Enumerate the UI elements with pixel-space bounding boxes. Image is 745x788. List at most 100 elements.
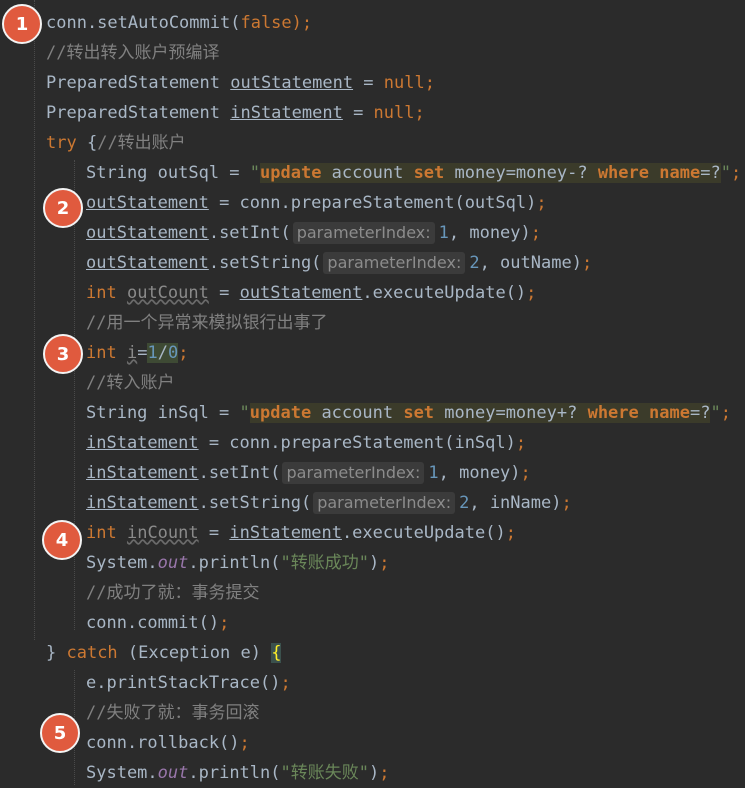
code-text: .setInt( [198,463,281,483]
code-text: } [46,643,67,663]
semicolon: ; [515,433,527,453]
number: 1 [428,463,439,483]
code-line[interactable]: inStatement.setString(parameterIndex: 2, … [86,488,572,518]
variable: inStatement [229,523,342,543]
code-text: = conn.prepareStatement(outSql) [208,193,537,213]
code-line[interactable]: outStatement = conn.prepareStatement(out… [86,188,547,218]
parameter-hint: parameterIndex: [323,252,466,274]
comment-line[interactable]: //用一个异常来模拟银行出事了 [86,308,327,338]
matched-brace: { [271,643,282,663]
code-line[interactable]: PreparedStatement inStatement = null; [46,98,425,128]
static-field: out [157,553,189,573]
variable: inStatement [86,433,199,453]
sql-keyword: where [597,163,649,183]
code-text: , money) [448,223,531,243]
sql-identifier: account [321,163,414,183]
code-text: conn.setAutoCommit( [46,13,241,33]
code-line[interactable]: try {//转出账户 [46,128,186,158]
code-line[interactable]: int inCount = inStatement.executeUpdate(… [86,518,516,548]
code-line[interactable]: int i=1/0; [86,338,188,368]
code-text: { [76,133,98,153]
semicolon: ; [561,493,572,513]
comment: //成功了就：事务提交 [86,583,260,603]
code-line[interactable]: PreparedStatement outStatement = null; [46,68,435,98]
code-text: conn.commit() [86,613,220,633]
step-badge-1: 1 [2,4,42,44]
number: 0 [167,343,179,363]
semicolon: ; [720,403,731,423]
semicolon: ; [239,733,250,753]
variable: outStatement [86,223,209,243]
semicolon: ; [520,463,531,483]
code-text: System. [86,763,158,783]
number: 1 [438,223,449,243]
sql-identifier: money=money-? [444,163,598,183]
comment-line[interactable]: //成功了就：事务提交 [86,578,259,608]
variable: inStatement [86,493,199,513]
code-line[interactable]: System.out.println("转账成功"); [86,548,389,578]
code-text: (Exception e) [117,643,272,663]
code-editor[interactable]: conn.setAutoCommit(false); //转出转入账户预编译 P… [0,0,745,785]
step-badge-2: 2 [43,188,83,228]
semicolon: ; [219,613,230,633]
type-name: PreparedStatement [46,103,231,123]
code-line[interactable]: String outSql = "update account set mone… [86,158,741,188]
sql-identifier [639,403,649,423]
code-text: .executeUpdate() [341,523,506,543]
code-text: , money) [438,463,521,483]
number: 1 [147,343,158,363]
code-line[interactable]: conn.rollback(); [86,728,250,758]
semicolon: ; [414,103,425,123]
variable: outStatement [86,253,209,273]
code-text: = [137,343,148,363]
comment: //用一个异常来模拟银行出事了 [86,313,328,333]
string-quote: " [720,163,731,183]
sql-identifier: money=money+? [434,403,588,423]
code-text: ); [291,13,313,33]
code-line[interactable]: inStatement = conn.prepareStatement(inSq… [86,428,526,458]
comment-line[interactable]: //转出转入账户预编译 [46,38,219,68]
sql-keyword: update [249,403,312,423]
variable: outStatement [86,193,209,213]
sql-identifier: =? [689,403,711,423]
code-line[interactable]: inStatement.setInt(parameterIndex: 1, mon… [86,458,531,488]
code-line[interactable]: } catch (Exception e) { [46,638,282,668]
code-text: System. [86,553,158,573]
parameter-hint: parameterIndex: [313,492,456,514]
type-name: PreparedStatement [46,73,231,93]
code-line[interactable]: conn.setAutoCommit(false); [46,8,312,38]
code-line[interactable]: outStatement.setInt(parameterIndex: 1, mo… [86,218,541,248]
comment: //转出转入账户预编译 [46,43,220,63]
code-text: , inName) [469,493,562,513]
parameter-hint: parameterIndex: [292,222,435,244]
code-line[interactable]: System.out.println("转账失败"); [86,758,389,788]
comment: //失败了就：事务回滚 [86,703,260,723]
code-text: .println( [188,553,281,573]
comment-line[interactable]: //转入账户 [86,368,174,398]
parameter-hint: parameterIndex: [282,462,425,484]
sql-keyword: name [649,403,690,423]
semicolon: ; [505,523,516,543]
code-text: .executeUpdate() [362,283,527,303]
code-line[interactable]: String inSql = "update account set money… [86,398,731,428]
code-line[interactable]: outStatement.setString(parameterIndex: 2,… [86,248,592,278]
semicolon: ; [530,223,542,243]
semicolon: ; [424,73,435,93]
variable: outStatement [239,283,363,303]
code-line[interactable]: e.printStackTrace(); [86,668,291,698]
code-text: = [353,73,384,93]
code-line[interactable]: conn.commit(); [86,608,229,638]
indent-guide [74,160,75,630]
string-literal: "转账成功" [280,553,369,573]
variable: inStatement [86,463,199,483]
semicolon: ; [379,553,390,573]
step-badge-5: 5 [40,713,80,753]
number: 2 [469,253,480,273]
code-line[interactable]: int outCount = outStatement.executeUpdat… [86,278,536,308]
comment-line[interactable]: //失败了就：事务回滚 [86,698,259,728]
semicolon: ; [581,253,593,273]
code-text: String inSql = [86,403,240,423]
sql-keyword: set [403,403,435,423]
